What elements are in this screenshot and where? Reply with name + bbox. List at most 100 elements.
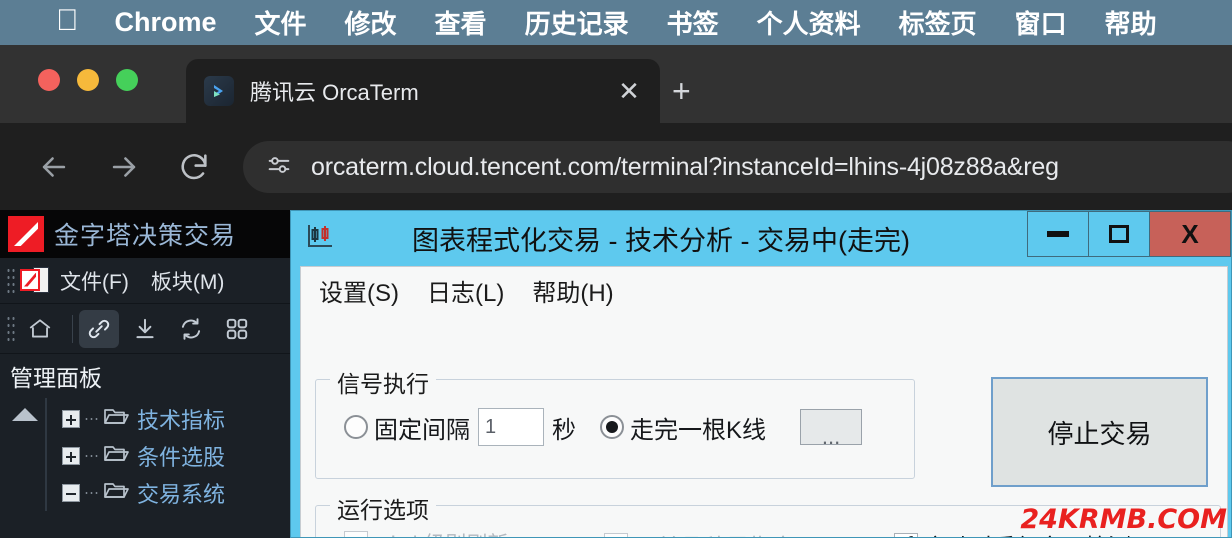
- drag-grip-handle[interactable]: [6, 266, 16, 295]
- order-symbol-label: 下单品种另指定: [634, 528, 795, 537]
- app-menu-file[interactable]: 文件(F): [60, 266, 129, 296]
- tree-connector: [84, 491, 100, 494]
- tick-refresh-label: Tick级别刷新: [374, 528, 508, 537]
- site-settings-icon[interactable]: [265, 151, 293, 184]
- dialog-menu-log[interactable]: 日志(L): [427, 273, 504, 308]
- remote-desktop-content: 金字塔决策交易 文件(F) 板块(M) 管理面板 技术指标 条件选股 交易系统 …: [0, 210, 1232, 538]
- dialog-close-button[interactable]: X: [1149, 211, 1231, 257]
- trading-app-panel: 金字塔决策交易 文件(F) 板块(M) 管理面板 技术指标 条件选股 交易系统: [0, 210, 290, 538]
- close-icon[interactable]: ✕: [612, 78, 646, 104]
- toolbar-divider: [72, 314, 73, 343]
- app-menu-bar: 文件(F) 板块(M): [0, 258, 290, 304]
- chart-program-trading-dialog: 图表程式化交易 - 技术分析 - 交易中(走完) X 设置(S) 日志(L) 帮…: [290, 210, 1232, 538]
- duplicate-trade-check-checkbox[interactable]: [894, 530, 918, 537]
- reload-icon[interactable]: [170, 143, 218, 191]
- dialog-menu-help[interactable]: 帮助(H): [532, 273, 613, 308]
- close-window-button[interactable]: [38, 69, 60, 91]
- window-traffic-lights: [38, 69, 138, 91]
- link-icon[interactable]: [79, 309, 119, 348]
- menu-item-help[interactable]: 帮助: [1105, 4, 1157, 41]
- home-icon[interactable]: [20, 310, 60, 348]
- toolbar-drag-grip[interactable]: [6, 314, 16, 343]
- expand-icon[interactable]: [62, 409, 80, 428]
- zoom-window-button[interactable]: [116, 69, 138, 91]
- dialog-maximize-button[interactable]: [1088, 211, 1150, 257]
- folder-icon: [103, 479, 129, 506]
- forward-icon[interactable]: [100, 143, 148, 191]
- dialog-window-controls: X: [1027, 211, 1231, 257]
- menu-item-tabs[interactable]: 标签页: [899, 4, 977, 41]
- browser-toolbar: orcaterm.cloud.tencent.com/terminal?inst…: [0, 123, 1232, 211]
- bar-close-radio[interactable]: [600, 415, 624, 439]
- tree-item-technical-indicators[interactable]: 技术指标: [0, 400, 290, 437]
- panel-header: 管理面板: [0, 354, 290, 398]
- expand-icon[interactable]: [62, 446, 80, 465]
- interval-seconds-input[interactable]: 1: [478, 408, 544, 446]
- address-bar[interactable]: orcaterm.cloud.tencent.com/terminal?inst…: [243, 141, 1232, 193]
- app-document-icon: [20, 266, 50, 295]
- menu-item-file[interactable]: 文件: [255, 4, 307, 41]
- app-logo-icon: [8, 216, 44, 252]
- tree-connector: [84, 417, 100, 420]
- order-symbol-checkbox[interactable]: [604, 533, 628, 537]
- url-text: orcaterm.cloud.tencent.com/terminal?inst…: [311, 152, 1059, 181]
- folder-icon: [103, 405, 129, 432]
- tab-strip: 腾讯云 OrcaTerm ✕ +: [0, 45, 1232, 123]
- back-icon[interactable]: [30, 143, 78, 191]
- tree-rail: [45, 398, 47, 511]
- dialog-minimize-button[interactable]: [1027, 211, 1089, 257]
- chrome-window: 腾讯云 OrcaTerm ✕ + orcaterm.cloud.tencent.…: [0, 45, 1232, 221]
- screenshot-root:  Chrome 文件 修改 查看 历史记录 书签 个人资料 标签页 窗口 帮助: [0, 0, 1232, 538]
- bar-close-label: 走完一根K线: [630, 416, 767, 444]
- menu-item-edit[interactable]: 修改: [345, 4, 397, 41]
- dialog-menu-settings[interactable]: 设置(S): [319, 273, 399, 308]
- app-title-bar: 金字塔决策交易: [0, 210, 290, 258]
- menu-item-chrome[interactable]: Chrome: [115, 7, 217, 38]
- download-icon[interactable]: [125, 310, 165, 348]
- apple-icon[interactable]: : [56, 5, 79, 36]
- signal-execution-legend: 信号执行: [330, 365, 436, 399]
- close-icon: X: [1181, 219, 1199, 249]
- tree-connector: [84, 454, 100, 457]
- tree-item-trading-system[interactable]: 交易系统: [0, 474, 290, 511]
- signal-execution-row: 固定间隔 1 秒 走完一根K线 ...: [344, 408, 863, 448]
- folder-icon: [103, 442, 129, 469]
- menu-item-profiles[interactable]: 个人资料: [757, 4, 861, 41]
- signal-more-button[interactable]: ...: [800, 409, 863, 448]
- tick-refresh-checkbox[interactable]: [344, 531, 368, 537]
- collapse-all-icon[interactable]: [12, 408, 38, 421]
- stop-trading-button[interactable]: 停止交易: [991, 377, 1208, 487]
- tree-item-label: 条件选股: [137, 444, 226, 470]
- macos-menu-bar:  Chrome 文件 修改 查看 历史记录 书签 个人资料 标签页 窗口 帮助: [0, 0, 1232, 45]
- interval-unit-label: 秒: [552, 416, 576, 444]
- menu-item-window[interactable]: 窗口: [1015, 4, 1067, 41]
- minimize-window-button[interactable]: [77, 69, 99, 91]
- orcaterm-favicon: [204, 76, 234, 106]
- signal-execution-group: 信号执行 固定间隔 1 秒 走完一根K线 ...: [315, 365, 915, 479]
- management-tree: 技术指标 条件选股 交易系统: [0, 398, 290, 511]
- browser-tab[interactable]: 腾讯云 OrcaTerm ✕: [186, 59, 660, 123]
- menu-item-history[interactable]: 历史记录: [525, 4, 629, 41]
- fixed-interval-radio[interactable]: [344, 415, 368, 439]
- menu-item-view[interactable]: 查看: [435, 4, 487, 41]
- new-tab-button[interactable]: +: [672, 75, 691, 107]
- collapse-icon[interactable]: [62, 483, 80, 502]
- app-title: 金字塔决策交易: [54, 222, 237, 250]
- run-options-legend: 运行选项: [330, 491, 436, 525]
- site-watermark: 24KRMB.COM: [1020, 504, 1227, 535]
- tab-title: 腾讯云 OrcaTerm: [250, 80, 419, 105]
- menu-item-bookmarks[interactable]: 书签: [667, 4, 719, 41]
- app-menu-board[interactable]: 板块(M): [151, 266, 224, 296]
- tree-item-label: 交易系统: [137, 481, 226, 507]
- refresh-icon[interactable]: [171, 310, 211, 348]
- dialog-menu-bar: 设置(S) 日志(L) 帮助(H): [301, 267, 1227, 313]
- dialog-body: 设置(S) 日志(L) 帮助(H) 信号执行 固定间隔 1 秒 走完一根K线 .…: [300, 266, 1228, 537]
- tree-item-condition-stock-picking[interactable]: 条件选股: [0, 437, 290, 474]
- tree-item-label: 技术指标: [137, 407, 226, 433]
- dialog-title-bar[interactable]: 图表程式化交易 - 技术分析 - 交易中(走完) X: [291, 211, 1231, 266]
- fixed-interval-label: 固定间隔: [374, 416, 470, 444]
- order-symbol-option[interactable]: 下单品种另指定: [604, 528, 795, 537]
- tick-refresh-option[interactable]: Tick级别刷新: [344, 528, 508, 537]
- grid-icon[interactable]: [217, 310, 257, 348]
- app-toolbar: [0, 304, 290, 354]
